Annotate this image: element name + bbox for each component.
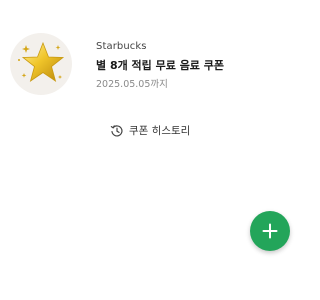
coupon-logo <box>10 33 72 95</box>
coupon-history-link[interactable]: 쿠폰 히스토리 <box>110 121 190 139</box>
coupon-expiry: 2025.05.05까지 <box>96 79 168 90</box>
coupon-title: 별 8개 적립 무료 음료 쿠폰 <box>96 59 225 72</box>
coupon-card[interactable]: Starbucks 별 8개 적립 무료 음료 쿠폰 2025.05.05까지 <box>10 33 290 99</box>
add-coupon-button[interactable] <box>250 211 290 251</box>
plus-icon <box>262 223 278 239</box>
coupon-screen: Starbucks 별 8개 적립 무료 음료 쿠폰 2025.05.05까지 … <box>0 0 300 300</box>
history-clock-icon <box>110 123 124 137</box>
coupon-history-label: 쿠폰 히스토리 <box>129 124 191 137</box>
gold-star-icon <box>18 41 65 82</box>
coupon-brand: Starbucks <box>96 41 147 52</box>
